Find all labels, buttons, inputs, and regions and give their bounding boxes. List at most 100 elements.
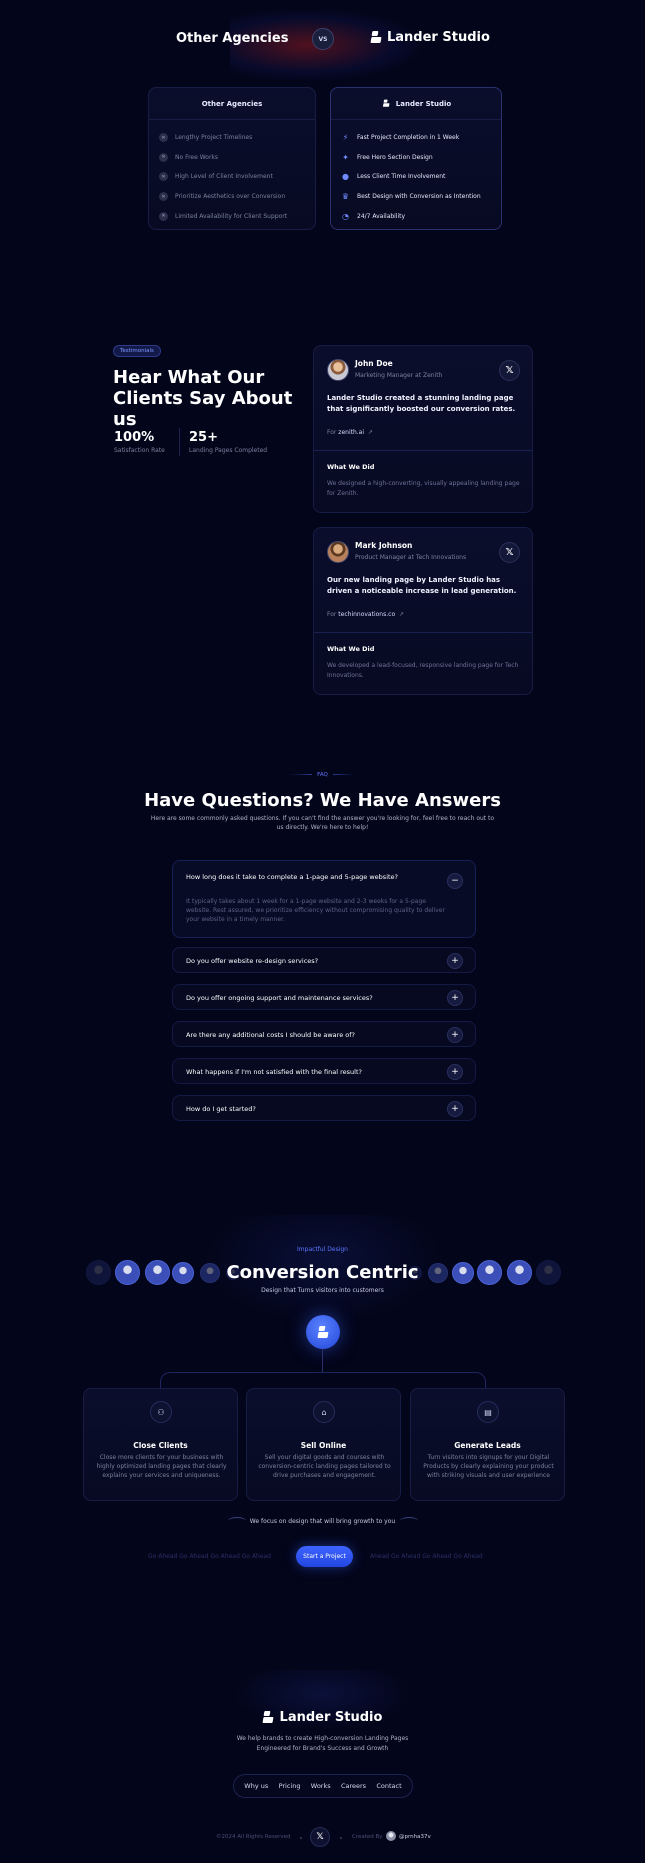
footer-tagline: We help brands to create High-conversion… — [0, 1734, 645, 1754]
testimonial-name: Mark Johnson — [355, 541, 413, 550]
list-item-label: 24/7 Availability — [357, 212, 406, 220]
connector-branch — [160, 1372, 486, 1388]
faq-item-open[interactable]: How long does it take to complete a 1-pa… — [172, 860, 476, 938]
magic-wand-icon: ✦ — [342, 152, 349, 162]
stat-value: 25+ — [189, 430, 218, 445]
list-item: ◔ 24/7 Availability — [341, 206, 481, 226]
faq-question: What happens if I'm not satisfied with t… — [186, 1068, 362, 1076]
faq-question: How do I get started? — [186, 1105, 256, 1113]
plus-icon[interactable]: + — [447, 990, 463, 1006]
message-icon: ▤ — [477, 1401, 499, 1423]
faq-answer: It typically takes about 1 week for a 1-… — [186, 898, 445, 923]
client-link[interactable]: techinnovations.co — [338, 611, 395, 618]
plus-icon[interactable]: + — [447, 953, 463, 969]
list-item: ✕ No Free Works — [159, 148, 287, 168]
list-item-label: Limited Availability for Client Support — [175, 212, 288, 220]
list-item: ♛ Best Design with Conversion as Intentio… — [341, 187, 481, 207]
x-social-icon[interactable]: 𝕏 — [499, 542, 520, 563]
plus-icon[interactable]: + — [447, 1101, 463, 1117]
testimonial-name: John Doe — [355, 359, 393, 368]
feature-title: Generate Leads — [454, 1441, 521, 1450]
avatar — [386, 1831, 396, 1841]
testimonial-role: Product Manager at Tech Innovations — [355, 554, 467, 561]
what-we-did-desc: We designed a high-converting, visually … — [327, 480, 520, 497]
user-circle-icon: ● — [342, 172, 349, 182]
plus-icon[interactable]: + — [447, 1064, 463, 1080]
stat-label: Landing Pages Completed — [189, 447, 268, 454]
ticker-right: Ahead Go Ahead Go Ahead Go Ahead — [370, 1553, 483, 1560]
faq-title: Have Questions? We Have Answers — [144, 790, 501, 811]
faq-item[interactable]: Are there any additional costs I should … — [172, 1021, 476, 1047]
faq-subtitle: Here are some commonly asked questions. … — [150, 815, 495, 831]
swirl-decoration — [400, 1517, 418, 1525]
x-social-icon[interactable]: 𝕏 — [499, 360, 520, 381]
testimonials-heading: Hear What Our Clients Say About us — [113, 367, 293, 430]
list-item-label: High Level of Client Involvement — [175, 173, 273, 181]
testimonial-for: For zenith.ai ↗ — [327, 429, 373, 436]
dot-separator — [340, 1837, 342, 1839]
feature-card-sell-online: ⌂ Sell Online Sell your digital goods an… — [246, 1388, 401, 1501]
tag-line-right — [333, 774, 355, 775]
feature-title: Sell Online — [300, 1441, 347, 1450]
nav-works[interactable]: Works — [311, 1782, 331, 1790]
feature-desc: Close more clients for your business wit… — [96, 1454, 227, 1479]
faq-item[interactable]: How do I get started? + — [172, 1095, 476, 1121]
clock-icon: ◔ — [342, 211, 349, 221]
testimonial-quote: Lander Studio created a stunning landing… — [327, 394, 516, 413]
faq-item[interactable]: Do you offer ongoing support and mainten… — [172, 984, 476, 1010]
what-we-did-desc: We developed a lead-focused, responsive … — [327, 662, 519, 679]
list-item-label: Less Client Time Involvement — [357, 173, 446, 181]
tagline-line: We help brands to create High-conversion… — [236, 1735, 409, 1742]
start-project-button[interactable]: Start a Project — [296, 1546, 353, 1567]
what-we-did-title: What We Did — [327, 463, 375, 471]
list-item-label: Prioritize Aesthetics over Conversion — [175, 193, 286, 201]
lander-studio-card-title-label: Lander Studio — [395, 99, 452, 108]
x-social-icon[interactable]: 𝕏 — [310, 1827, 330, 1847]
faq-question: Do you offer website re-design services? — [186, 957, 319, 965]
lander-logo-icon — [263, 1711, 274, 1724]
footer-nav: Why us Pricing Works Careers Contact — [233, 1774, 413, 1798]
nav-careers[interactable]: Careers — [341, 1782, 366, 1790]
comparison-title-left: Other Agencies — [176, 31, 289, 46]
client-link[interactable]: zenith.ai — [338, 429, 364, 436]
users-icon: ⚇ — [150, 1401, 172, 1423]
comparison-title-right-label: Lander Studio — [387, 30, 490, 45]
other-agencies-card-title: Other Agencies — [149, 88, 315, 120]
faq-tag: FAQ — [317, 772, 328, 778]
lander-studio-card: Lander Studio ⚡ Fast Project Completion i… — [330, 87, 502, 230]
stat-divider — [179, 428, 180, 456]
faq-question: Do you offer ongoing support and mainten… — [186, 994, 373, 1002]
creator-handle[interactable]: @prnha37v — [399, 1834, 431, 1840]
avatar — [327, 359, 349, 381]
for-label: For — [327, 429, 337, 436]
testimonial-quote: Our new landing page by Lander Studio ha… — [327, 576, 517, 595]
list-item: ✕ Prioritize Aesthetics over Conversion — [159, 187, 287, 207]
testimonial-card: Mark Johnson Product Manager at Tech Inn… — [313, 527, 533, 695]
arrow-up-right-icon: ↗ — [365, 429, 373, 436]
lander-studio-card-title: Lander Studio — [331, 88, 501, 120]
faq-question: Are there any additional costs I should … — [186, 1031, 355, 1039]
list-item-label: Free Hero Section Design — [357, 153, 433, 161]
vs-badge: VS — [312, 28, 334, 50]
faq-item[interactable]: Do you offer website re-design services?… — [172, 947, 476, 973]
nav-why-us[interactable]: Why us — [244, 1782, 268, 1790]
faq-item[interactable]: What happens if I'm not satisfied with t… — [172, 1058, 476, 1084]
testimonials-badge: Testimonials — [113, 345, 161, 357]
feature-desc: Turn visitors into signups for your Digi… — [423, 1454, 554, 1479]
lander-studio-list: ⚡ Fast Project Completion in 1 Week ✦ Free… — [341, 128, 481, 226]
plus-icon[interactable]: + — [447, 1027, 463, 1043]
divider — [314, 632, 532, 633]
bag-icon: ⌂ — [313, 1401, 335, 1423]
nav-pricing[interactable]: Pricing — [279, 1782, 301, 1790]
what-we-did-title: What We Did — [327, 645, 375, 653]
x-circle-icon: ✕ — [159, 192, 168, 202]
copyright: ©2024 All Rights Reserved — [216, 1834, 291, 1840]
x-circle-icon: ✕ — [159, 133, 168, 143]
minus-icon[interactable]: − — [447, 873, 463, 889]
list-item-label: Fast Project Completion in 1 Week — [357, 134, 460, 142]
for-label: For — [327, 611, 337, 618]
footer-brand[interactable]: Lander Studio — [0, 1710, 645, 1725]
lander-logo-mark — [318, 1326, 329, 1339]
nav-contact[interactable]: Contact — [376, 1782, 401, 1790]
lightning-icon: ⚡ — [342, 133, 349, 143]
